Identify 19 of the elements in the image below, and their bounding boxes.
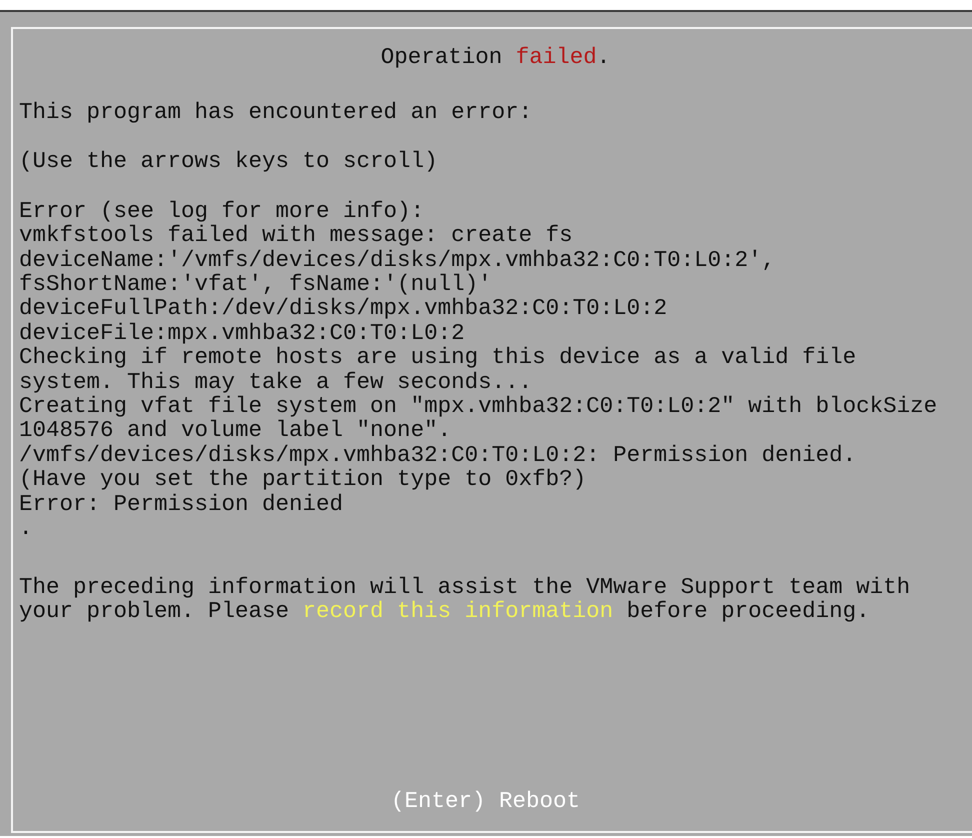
log-line: deviceName:'/vmfs/devices/disks/mpx.vmhba32:C0:T0:L0:2', <box>19 248 776 272</box>
log-line: Checking if remote hosts are using this device as a valid file <box>19 345 856 370</box>
reboot-action[interactable]: (Enter) Reboot <box>390 789 580 813</box>
log-line: deviceFullPath:/dev/disks/mpx.vmhba32:C0:T0:L0:2 <box>19 296 668 321</box>
log-line: Creating vfat file system on "mpx.vmhba32:C0:T0:L0:2" with blockSize <box>19 394 938 418</box>
log-line: Error (see log for more info): <box>19 198 424 224</box>
scroll-hint: (Use the arrows keys to scroll) <box>19 149 438 174</box>
log-line: vmkfstools failed with message: create fs <box>19 223 573 248</box>
log-line: Error: Permission denied <box>19 492 344 516</box>
log-line: fsShortName:'vfat', fsName:'(null)' <box>19 272 492 296</box>
error-intro: This program has encountered an error: <box>19 100 532 124</box>
dialog-title: Operation failed. <box>380 45 610 69</box>
log-line: . <box>19 516 33 540</box>
log-line: deviceFile:mpx.vmhba32:C0:T0:L0:2 <box>19 320 465 346</box>
log-line: (Have you set the partition type to 0xfb?) <box>19 467 586 492</box>
log-line: 1048576 and volume label "none". <box>19 418 452 443</box>
support-notice: The preceding information will assist the VMware Support team with your problem. Please record this information before proceeding. <box>19 574 912 624</box>
log-line: /vmfs/devices/disks/mpx.vmhba32:C0:T0:L0:2: Permission denied. <box>19 442 856 468</box>
log-line: system. This may take a few seconds... <box>19 370 532 394</box>
